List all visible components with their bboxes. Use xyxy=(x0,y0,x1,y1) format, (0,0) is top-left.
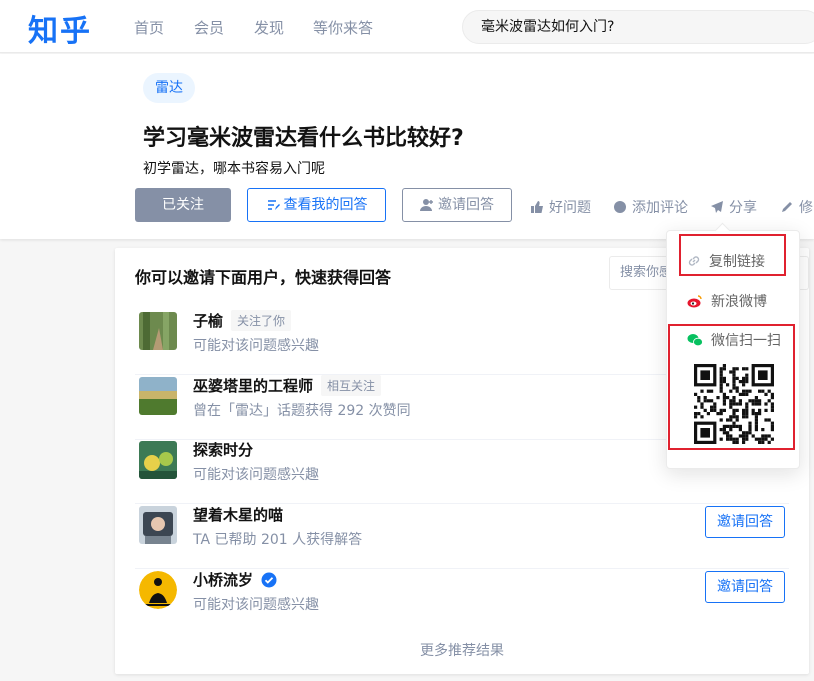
top-nav: 知乎 首页 会员 发现 等你来答 毫米波雷达如何入门? xyxy=(0,0,814,53)
edit-list-icon xyxy=(266,198,280,212)
user-name[interactable]: 小桥流岁 xyxy=(193,569,253,590)
user-name-line: 子榆 关注了你 xyxy=(193,310,292,331)
nav-home[interactable]: 首页 xyxy=(134,17,164,38)
user-name-line: 小桥流岁 xyxy=(193,569,277,590)
invite-user-icon xyxy=(420,198,434,212)
add-comment-button[interactable]: 添加评论 xyxy=(613,197,688,217)
invite-button[interactable]: 邀请回答 xyxy=(705,506,785,538)
avatar[interactable] xyxy=(139,377,177,415)
invite-button[interactable]: 邀请回答 xyxy=(705,571,785,603)
invite-answer-label: 邀请回答 xyxy=(438,197,494,213)
verified-badge-icon xyxy=(261,572,277,588)
user-description: 曾在「雷达」话题获得 292 次赞同 xyxy=(193,403,411,419)
nav-waiting-answers[interactable]: 等你来答 xyxy=(313,17,373,38)
question-header: 雷达 学习毫米波雷达看什么书比较好? 初学雷达，哪本书容易入门呢 已关注 查看我… xyxy=(0,54,814,239)
avatar[interactable] xyxy=(139,441,177,479)
view-my-answer-button[interactable]: 查看我的回答 xyxy=(247,188,386,222)
user-name[interactable]: 子榆 xyxy=(193,310,223,331)
nav-discover[interactable]: 发现 xyxy=(254,17,284,38)
invite-user-row: 望着木星的喵 TA 已帮助 201 人获得解答 邀请回答 xyxy=(135,504,789,569)
view-my-answer-label: 查看我的回答 xyxy=(283,197,368,213)
avatar[interactable] xyxy=(139,506,177,544)
avatar[interactable] xyxy=(139,312,177,350)
wechat-highlight xyxy=(668,324,795,450)
invite-answer-button[interactable]: 邀请回答 xyxy=(402,188,512,222)
user-description: 可能对该问题感兴趣 xyxy=(193,597,319,613)
comment-icon xyxy=(613,200,627,214)
search-input[interactable]: 毫米波雷达如何入门? xyxy=(462,10,814,44)
topic-tag[interactable]: 雷达 xyxy=(143,73,195,103)
thumbs-up-icon xyxy=(530,200,544,214)
pencil-icon xyxy=(780,200,794,214)
edit-label: 修 xyxy=(799,200,813,216)
invite-user-row: 小桥流岁 可能对该问题感兴趣 邀请回答 xyxy=(135,569,789,634)
relation-badge: 关注了你 xyxy=(231,310,292,331)
user-description: 可能对该问题感兴趣 xyxy=(193,467,319,483)
user-description: TA 已帮助 201 人获得解答 xyxy=(193,532,363,548)
copy-link-highlight xyxy=(679,234,786,276)
weibo-share-item[interactable]: 新浪微博 xyxy=(687,291,767,311)
add-comment-label: 添加评论 xyxy=(632,200,688,216)
question-description: 初学雷达，哪本书容易入门呢 xyxy=(143,161,325,177)
more-results-link[interactable]: 更多推荐结果 xyxy=(115,640,809,660)
paper-plane-icon xyxy=(710,200,724,214)
good-question-button[interactable]: 好问题 xyxy=(530,197,591,217)
relation-badge: 相互关注 xyxy=(321,375,382,396)
weibo-icon xyxy=(687,294,703,308)
user-name-line: 望着木星的喵 xyxy=(193,504,283,525)
user-name[interactable]: 巫婆塔里的工程师 xyxy=(193,375,313,396)
user-description: 可能对该问题感兴趣 xyxy=(193,338,319,354)
zhihu-logo[interactable]: 知乎 xyxy=(28,6,92,50)
good-question-label: 好问题 xyxy=(549,200,591,216)
user-name[interactable]: 探索时分 xyxy=(193,439,253,460)
followed-button[interactable]: 已关注 xyxy=(135,188,231,222)
question-title: 学习毫米波雷达看什么书比较好? xyxy=(143,126,464,151)
share-label: 分享 xyxy=(729,200,757,216)
user-name[interactable]: 望着木星的喵 xyxy=(193,504,283,525)
edit-button[interactable]: 修 xyxy=(780,197,813,217)
avatar[interactable] xyxy=(139,571,177,609)
user-name-line: 探索时分 xyxy=(193,439,253,460)
nav-membership[interactable]: 会员 xyxy=(194,17,224,38)
weibo-label: 新浪微博 xyxy=(711,294,767,310)
share-button[interactable]: 分享 xyxy=(710,197,757,217)
user-name-line: 巫婆塔里的工程师 相互关注 xyxy=(193,375,382,396)
invite-panel-title: 你可以邀请下面用户，快速获得回答 xyxy=(135,268,392,287)
